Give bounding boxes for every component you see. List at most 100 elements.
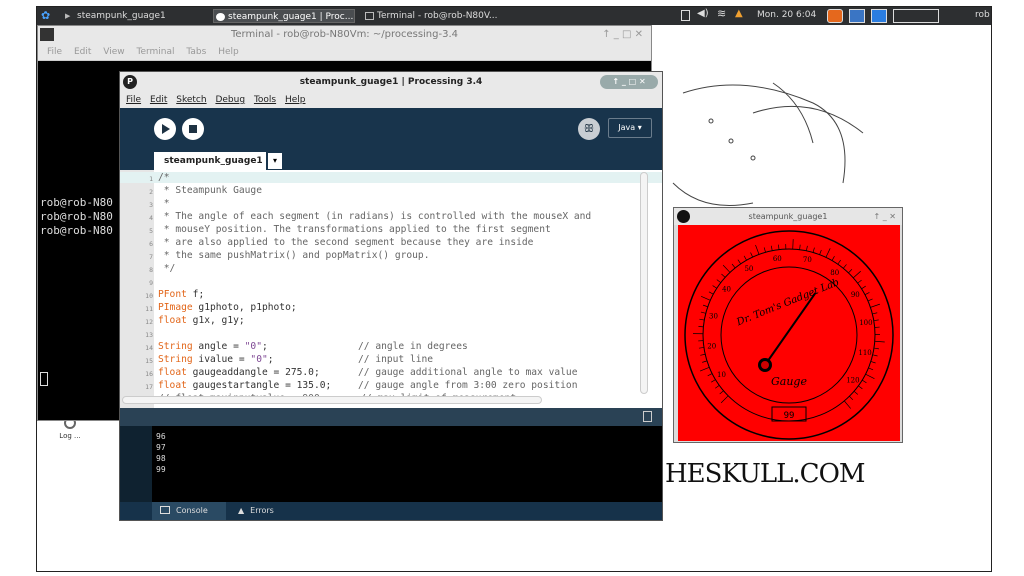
code-comment-14: // angle in degrees — [358, 341, 468, 352]
term-menu-tabs[interactable]: Tabs — [186, 47, 206, 57]
menu-edit[interactable]: Edit — [150, 95, 167, 105]
clipboard-icon[interactable] — [643, 411, 652, 422]
gauge-tick — [806, 245, 808, 251]
window-controls[interactable]: ↑ _ □ ✕ — [602, 26, 643, 44]
processing-window[interactable]: P steampunk_guage1 | Processing 3.4 ↑ _ … — [119, 71, 663, 521]
run-button[interactable] — [154, 118, 176, 140]
warning-icon[interactable]: ▲ — [735, 8, 743, 19]
username[interactable]: rob — [975, 10, 990, 20]
gauge-tick — [870, 303, 881, 308]
logout-button[interactable]: Log ... — [53, 417, 87, 449]
firefox-launcher-icon[interactable] — [827, 9, 843, 23]
gauge-hub-cap — [761, 361, 769, 369]
code-line-15: String ivalue = "0"; — [158, 354, 274, 365]
gauge-tick — [825, 248, 831, 258]
wifi-icon[interactable]: ≋ — [717, 7, 726, 20]
code-editor[interactable]: 1 2 3 4 5 6 7 8 9 10 11 12 13 14 15 16 1… — [120, 170, 662, 408]
desktop-pager[interactable] — [893, 9, 939, 23]
tab-errors[interactable]: ▲ Errors — [230, 502, 294, 520]
menu-file[interactable]: File — [126, 95, 141, 105]
processing-menubar: File Edit Sketch Debug Tools Help — [120, 92, 662, 108]
processing-launcher-icon[interactable] — [849, 9, 865, 23]
tab-menu-button[interactable]: ▾ — [268, 153, 282, 169]
gauge-tick — [853, 270, 861, 279]
logout-label: Log ... — [59, 432, 81, 440]
console-tabbar: Console ▲ Errors — [120, 502, 662, 520]
butterfly-icon: ꕥ — [583, 122, 595, 135]
app-menu-icon[interactable]: ✿ — [41, 9, 53, 23]
editor-vertical-scrollbar[interactable] — [640, 172, 648, 394]
gauge-tick-label: 40 — [722, 285, 731, 293]
term-menu-terminal[interactable]: Terminal — [136, 47, 174, 57]
volume-icon[interactable]: ◀) — [697, 8, 709, 19]
window-controls[interactable]: ↑ _ ✕ — [874, 208, 897, 225]
code-line-5: * mouseY position. The transformations a… — [158, 224, 551, 235]
term-menu-file[interactable]: File — [47, 47, 62, 57]
clock[interactable]: Mon. 20 6:04 — [757, 10, 816, 20]
gauge-tick-label: 10 — [717, 371, 726, 379]
gauge-tick — [716, 279, 721, 283]
clipboard-icon[interactable] — [681, 10, 690, 21]
code-comment-16: // gauge additional angle to max value — [358, 367, 578, 378]
file-manager-launcher-icon[interactable] — [871, 9, 887, 23]
task-processing-window[interactable]: steampunk_guage1 | Proc... — [213, 9, 355, 23]
gauge-tick — [700, 296, 711, 301]
menu-sketch[interactable]: Sketch — [176, 95, 206, 105]
gauge-tick — [873, 319, 879, 322]
menu-help[interactable]: Help — [285, 95, 306, 105]
stop-icon — [189, 125, 197, 133]
gauge-tick — [719, 390, 724, 395]
gauge-tick — [702, 360, 708, 363]
editor-horizontal-scrollbar[interactable] — [122, 396, 542, 404]
gauge-tick — [831, 256, 835, 261]
window-controls[interactable]: ↑ _ □ ✕ — [600, 75, 658, 89]
menu-tools[interactable]: Tools — [254, 95, 276, 105]
code-comment-15: // input line — [358, 354, 434, 365]
code-line-1: /* — [158, 172, 170, 183]
gauge-tick — [778, 244, 780, 250]
code-line-4: * The angle of each segment (in radians)… — [158, 211, 592, 222]
code-line-14: String angle = "0"; — [158, 341, 268, 352]
console-panel[interactable]: 96 97 98 99 — [120, 426, 662, 502]
processing-titlebar[interactable]: P steampunk_guage1 | Processing 3.4 ↑ _ … — [120, 72, 662, 92]
gauge-titlebar[interactable]: steampunk_guage1 ↑ _ ✕ — [674, 208, 902, 225]
code-line-7: * the same pushMatrix() and popMatrix() … — [158, 250, 430, 261]
task-terminal-window[interactable]: Terminal - rob@rob-N80V... — [363, 9, 513, 23]
gauge-tick — [867, 298, 873, 302]
line-number-gutter: 1 2 3 4 5 6 7 8 9 10 11 12 13 14 15 16 1… — [120, 170, 662, 408]
taskbar: ✿ ▶ steampunk_guage1 steampunk_guage1 | … — [37, 7, 991, 25]
code-line-6: * are also applied to the second segment… — [158, 237, 534, 248]
gauge-tick — [812, 247, 815, 253]
stop-button[interactable] — [182, 118, 204, 140]
code-line-3: * — [158, 198, 170, 209]
gauge-tick — [864, 292, 870, 296]
processing-logo-icon: P — [123, 75, 137, 89]
gauge-tick — [702, 304, 708, 308]
gauge-tick — [849, 396, 854, 401]
term-menu-help[interactable]: Help — [218, 47, 239, 57]
task-gauge-window[interactable]: ▶ steampunk_guage1 — [63, 9, 203, 23]
terminal-titlebar[interactable]: Terminal - rob@rob-N80Vm: ~/processing-3… — [38, 26, 651, 44]
gauge-sketch-window[interactable]: steampunk_guage1 ↑ _ ✕ 10 20 30 40 50 60 70 80 9… — [673, 207, 903, 443]
debugger-button[interactable]: ꕥ — [578, 118, 600, 140]
mode-selector[interactable]: Java ▾ — [608, 118, 652, 138]
gauge-tick — [743, 255, 747, 261]
gauge-tick-label: 90 — [851, 291, 860, 299]
console-line: 96 — [156, 432, 166, 441]
processing-logo-icon — [677, 210, 690, 223]
tab-steampunk-guage1[interactable]: steampunk_guage1 — [154, 152, 266, 170]
gauge-tick — [720, 395, 729, 404]
gauge-tick-label: 30 — [709, 312, 718, 320]
console-line: 97 — [156, 443, 166, 452]
play-icon — [162, 124, 170, 134]
menu-debug[interactable]: Debug — [215, 95, 245, 105]
code-line-12: float g1x, g1y; — [158, 315, 245, 326]
tab-console[interactable]: Console — [152, 502, 226, 520]
gauge-tick — [712, 285, 717, 289]
gauge-tick — [770, 245, 773, 251]
term-menu-view[interactable]: View — [103, 47, 124, 57]
term-menu-edit[interactable]: Edit — [74, 47, 91, 57]
gauge-tick — [721, 273, 726, 278]
console-line: 99 — [156, 465, 166, 474]
gauge-tick — [750, 252, 753, 258]
